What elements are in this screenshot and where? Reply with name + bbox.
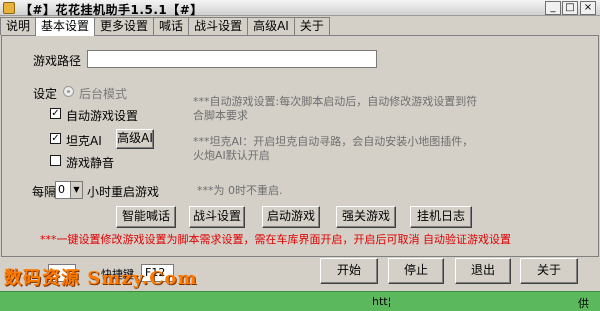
- hangup-log-button[interactable]: 挂机日志: [410, 206, 472, 228]
- advanced-ai-button[interactable]: 高级AI: [116, 129, 154, 149]
- launch-game-button[interactable]: 启动游戏: [262, 206, 320, 228]
- minimize-button[interactable]: _: [545, 1, 561, 15]
- tank-ai-label: 坦克AI: [66, 134, 102, 148]
- start-button[interactable]: 开始: [320, 258, 378, 284]
- force-close-game-button[interactable]: 强关游戏: [336, 206, 396, 228]
- auto-game-setting-checkbox[interactable]: ✓: [50, 108, 61, 119]
- background-mode-label: 后台模式: [79, 87, 128, 101]
- restart-note: ***为 0时不重启.: [197, 184, 283, 197]
- mute-label: 游戏静音: [66, 156, 115, 170]
- battle-settings-button[interactable]: 战斗设置: [189, 206, 245, 228]
- every-label: 每隔: [32, 185, 57, 199]
- warning-text: ***一键设置修改游戏设置为脚本需求设置，需在车库界面开启，开启后可取消 自动验…: [40, 233, 511, 246]
- restart-hours-suffix: 小时重启游戏: [87, 185, 160, 199]
- tab-instructions[interactable]: 说明: [0, 17, 37, 35]
- about-button[interactable]: 关于: [520, 258, 578, 284]
- restart-hours-select[interactable]: 0 ▼: [55, 181, 83, 199]
- tank-ai-note: ***坦克AI：开启坦克自动寻路，会自动安装小地图插件，火炮AI默认开启: [193, 135, 474, 162]
- status-bar: htt¦ 供: [0, 291, 600, 311]
- exit-button[interactable]: 退出: [455, 258, 511, 284]
- mute-checkbox[interactable]: [50, 155, 61, 166]
- tank-ai-checkbox[interactable]: ✓: [50, 133, 61, 144]
- app-icon: [3, 2, 15, 14]
- chevron-down-icon: ▼: [70, 182, 82, 198]
- window-title: 【#】花花挂机助手1.5.1【#】: [20, 3, 203, 17]
- app-window: 【#】花花挂机助手1.5.1【#】 _ □ × 说明 基本设置 更多设置 喊话 …: [0, 0, 600, 311]
- status-url: htt¦: [372, 295, 392, 308]
- tab-shout[interactable]: 喊话: [153, 17, 190, 35]
- restart-hours-value: 0: [58, 183, 65, 196]
- watermark-text: 数码资源 Smzy.Com: [4, 268, 198, 289]
- auto-game-setting-note: ***自动游戏设置:每次脚本启动后，自动修改游戏设置到符合脚本要求: [193, 95, 478, 122]
- setting-label: 设定: [33, 87, 58, 101]
- tab-bar: 说明 基本设置 更多设置 喊话 战斗设置 高级AI 关于: [0, 17, 330, 36]
- status-right: 供: [578, 297, 589, 310]
- smart-shout-button[interactable]: 智能喊话: [116, 206, 176, 228]
- stop-button[interactable]: 停止: [388, 258, 444, 284]
- tab-battle-settings[interactable]: 战斗设置: [188, 17, 249, 35]
- close-button[interactable]: ×: [580, 1, 596, 15]
- tab-more-settings[interactable]: 更多设置: [94, 17, 155, 35]
- title-bar: 【#】花花挂机助手1.5.1【#】 _ □ ×: [0, 0, 600, 17]
- game-path-label: 游戏路径: [33, 54, 82, 68]
- tab-about[interactable]: 关于: [293, 17, 330, 35]
- tab-basic-settings[interactable]: 基本设置: [35, 17, 96, 36]
- background-mode-radio[interactable]: [63, 86, 74, 97]
- maximize-button[interactable]: □: [562, 1, 578, 15]
- auto-game-setting-label: 自动游戏设置: [66, 109, 139, 123]
- tab-advanced-ai[interactable]: 高级AI: [247, 17, 295, 35]
- game-path-input[interactable]: [87, 50, 377, 68]
